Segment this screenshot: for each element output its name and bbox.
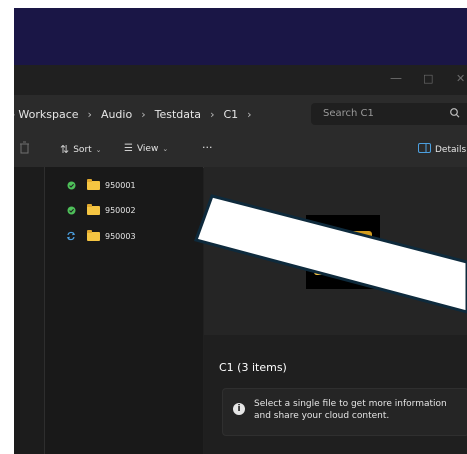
view-label: View bbox=[136, 143, 159, 154]
info-text: Select a single file to get more informa… bbox=[254, 399, 447, 421]
folder-front bbox=[314, 239, 372, 275]
file-name: 950002 bbox=[105, 205, 136, 215]
breadcrumb-separator: › bbox=[141, 107, 146, 121]
chevron-down-icon: ⌄ bbox=[95, 145, 102, 154]
maximize-button[interactable]: □ bbox=[423, 72, 433, 85]
synced-check-icon bbox=[64, 181, 78, 190]
file-name: 950003 bbox=[105, 231, 136, 241]
file-list: 950001 950002 950003 bbox=[45, 167, 203, 454]
command-bar: ⇅ Sort ⌄ ☰ View ⌄ ··· Details bbox=[14, 133, 467, 168]
view-icon: ☰ bbox=[124, 143, 133, 154]
close-button[interactable]: ✕ bbox=[456, 72, 465, 85]
details-label: Details bbox=[435, 144, 467, 155]
view-button[interactable]: ☰ View ⌄ bbox=[124, 143, 168, 154]
folder-icon bbox=[87, 229, 100, 241]
breadcrumb-separator: › bbox=[247, 107, 252, 121]
list-item[interactable]: 950002 bbox=[45, 199, 136, 221]
address-bar: › Workspace › Audio › Testdata › C1 › Se… bbox=[14, 95, 467, 133]
file-explorer-window: — □ ✕ › Workspace › Audio › Testdata › C… bbox=[14, 65, 467, 454]
title-bar: — □ ✕ bbox=[14, 65, 467, 95]
folder-icon bbox=[87, 203, 100, 215]
info-box: i Select a single file to get more infor… bbox=[222, 388, 467, 436]
preview-pane bbox=[204, 167, 467, 335]
breadcrumb-testdata[interactable]: Testdata bbox=[155, 108, 201, 121]
search-placeholder: Search C1 bbox=[323, 108, 374, 119]
syncing-icon bbox=[64, 231, 78, 241]
folder-icon bbox=[87, 178, 100, 190]
minimize-button[interactable]: — bbox=[390, 71, 402, 85]
breadcrumb: › Workspace › Audio › Testdata › C1 › bbox=[14, 106, 261, 122]
file-name: 950001 bbox=[105, 180, 136, 190]
synced-check-icon bbox=[64, 206, 78, 215]
details-pane-button[interactable]: Details bbox=[418, 143, 466, 156]
sort-button[interactable]: ⇅ Sort ⌄ bbox=[60, 143, 102, 156]
breadcrumb-separator: › bbox=[87, 107, 92, 121]
folder-preview-icon bbox=[306, 215, 380, 289]
details-pane: C1 (3 items) i Select a single file to g… bbox=[204, 335, 467, 454]
sort-label: Sort bbox=[73, 144, 92, 155]
sort-icon: ⇅ bbox=[60, 143, 70, 156]
chevron-down-icon: ⌄ bbox=[162, 144, 169, 153]
details-pane-icon bbox=[418, 143, 431, 156]
more-options-button[interactable]: ··· bbox=[202, 141, 213, 154]
breadcrumb-audio[interactable]: Audio bbox=[101, 108, 132, 121]
breadcrumb-separator: › bbox=[210, 107, 215, 121]
search-input[interactable]: Search C1 bbox=[311, 103, 467, 125]
breadcrumb-workspace[interactable]: Workspace bbox=[18, 108, 78, 121]
list-item[interactable]: 950003 bbox=[45, 225, 136, 247]
breadcrumb-c1[interactable]: C1 bbox=[223, 108, 238, 121]
desktop-top-band bbox=[14, 8, 467, 65]
search-icon bbox=[449, 106, 461, 123]
delete-icon[interactable] bbox=[19, 141, 30, 154]
navigation-pane[interactable] bbox=[14, 167, 45, 454]
info-icon: i bbox=[233, 403, 245, 415]
breadcrumb-separator: › bbox=[14, 108, 15, 121]
list-item[interactable]: 950001 bbox=[45, 174, 136, 196]
details-title: C1 (3 items) bbox=[219, 361, 287, 374]
